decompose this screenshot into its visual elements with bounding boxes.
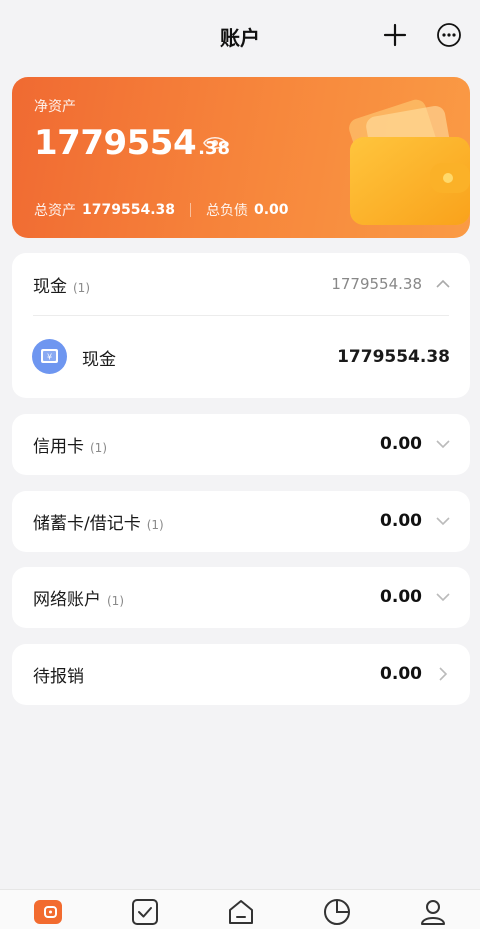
profile-icon[interactable]	[418, 897, 448, 927]
account-item-name: 现金	[82, 349, 116, 370]
plus-icon[interactable]	[382, 22, 408, 48]
wallet-illustration-icon	[349, 99, 470, 225]
account-group-credit-card: 信用卡 (1) 0.00	[12, 414, 470, 475]
chevron-up-icon	[436, 279, 450, 288]
top-bar: 账户	[0, 0, 480, 72]
net-assets-value: 1779554 .38	[34, 123, 230, 163]
account-group-reimbursement: 待报销 0.00	[12, 644, 470, 705]
cash-yen-icon: ¥	[32, 339, 67, 374]
chart-icon[interactable]	[322, 897, 352, 927]
net-assets-card: 净资产 1779554 .38 总资产 1779554.38 总负债 0.00	[12, 77, 470, 238]
group-name: 待报销	[33, 662, 84, 687]
divider	[33, 315, 449, 316]
net-assets-integer: 1779554	[34, 123, 197, 163]
group-amount: 0.00	[380, 511, 422, 531]
group-count: (1)	[90, 440, 107, 455]
group-count: (1)	[73, 280, 90, 295]
account-group-online: 网络账户 (1) 0.00	[12, 567, 470, 628]
account-group-cash: 现金 (1) 1779554.38 ¥ 现金 1779554.38	[12, 253, 470, 398]
account-item-cash[interactable]: ¥ 现金 1779554.38	[12, 315, 470, 399]
group-count: (1)	[146, 517, 164, 532]
total-liabilities-value: 0.00	[254, 202, 289, 218]
group-header-cash[interactable]: 现金 (1) 1779554.38	[12, 254, 470, 314]
checklist-icon[interactable]	[130, 897, 160, 927]
home-icon[interactable]	[226, 897, 256, 927]
group-name-text: 网络账户	[33, 589, 101, 610]
net-assets-label: 净资产	[34, 99, 76, 115]
account-group-debit-card: 储蓄卡/借记卡 (1) 0.00	[12, 491, 470, 552]
group-amount: 1779554.38	[331, 275, 422, 293]
total-assets-label: 总资产	[34, 203, 76, 219]
group-name: 网络账户 (1)	[33, 585, 124, 610]
chevron-down-icon	[436, 440, 450, 449]
group-name: 储蓄卡/借记卡 (1)	[33, 509, 164, 534]
group-name-text: 现金	[33, 276, 67, 297]
group-name-text: 信用卡	[33, 436, 84, 457]
group-header-debit-card[interactable]: 储蓄卡/借记卡 (1) 0.00	[12, 491, 470, 551]
assets-summary-row: 总资产 1779554.38 总负债 0.00	[34, 200, 289, 220]
chevron-down-icon	[436, 593, 450, 602]
group-name: 现金 (1)	[33, 272, 90, 297]
total-assets-value: 1779554.38	[82, 202, 175, 218]
more-icon[interactable]	[436, 22, 462, 48]
group-header-online[interactable]: 网络账户 (1) 0.00	[12, 567, 470, 627]
group-name-text: 储蓄卡/借记卡	[33, 513, 141, 534]
eye-icon[interactable]	[202, 134, 228, 152]
wallet-icon[interactable]	[33, 897, 63, 927]
summary-divider	[190, 203, 191, 217]
bottom-tab-bar	[0, 889, 480, 929]
group-count: (1)	[107, 593, 124, 608]
total-liabilities-label: 总负债	[206, 203, 248, 219]
group-name-text: 待报销	[33, 666, 84, 687]
group-name: 信用卡 (1)	[33, 432, 107, 457]
page-title: 账户	[220, 25, 260, 50]
group-amount: 0.00	[380, 664, 422, 684]
chevron-right-icon	[439, 667, 448, 681]
group-amount: 0.00	[380, 434, 422, 454]
account-item-amount: 1779554.38	[337, 347, 450, 367]
group-header-reimbursement[interactable]: 待报销 0.00	[12, 644, 470, 704]
svg-text:¥: ¥	[47, 353, 52, 362]
group-header-credit-card[interactable]: 信用卡 (1) 0.00	[12, 414, 470, 474]
chevron-down-icon	[436, 517, 450, 526]
group-amount: 0.00	[380, 587, 422, 607]
